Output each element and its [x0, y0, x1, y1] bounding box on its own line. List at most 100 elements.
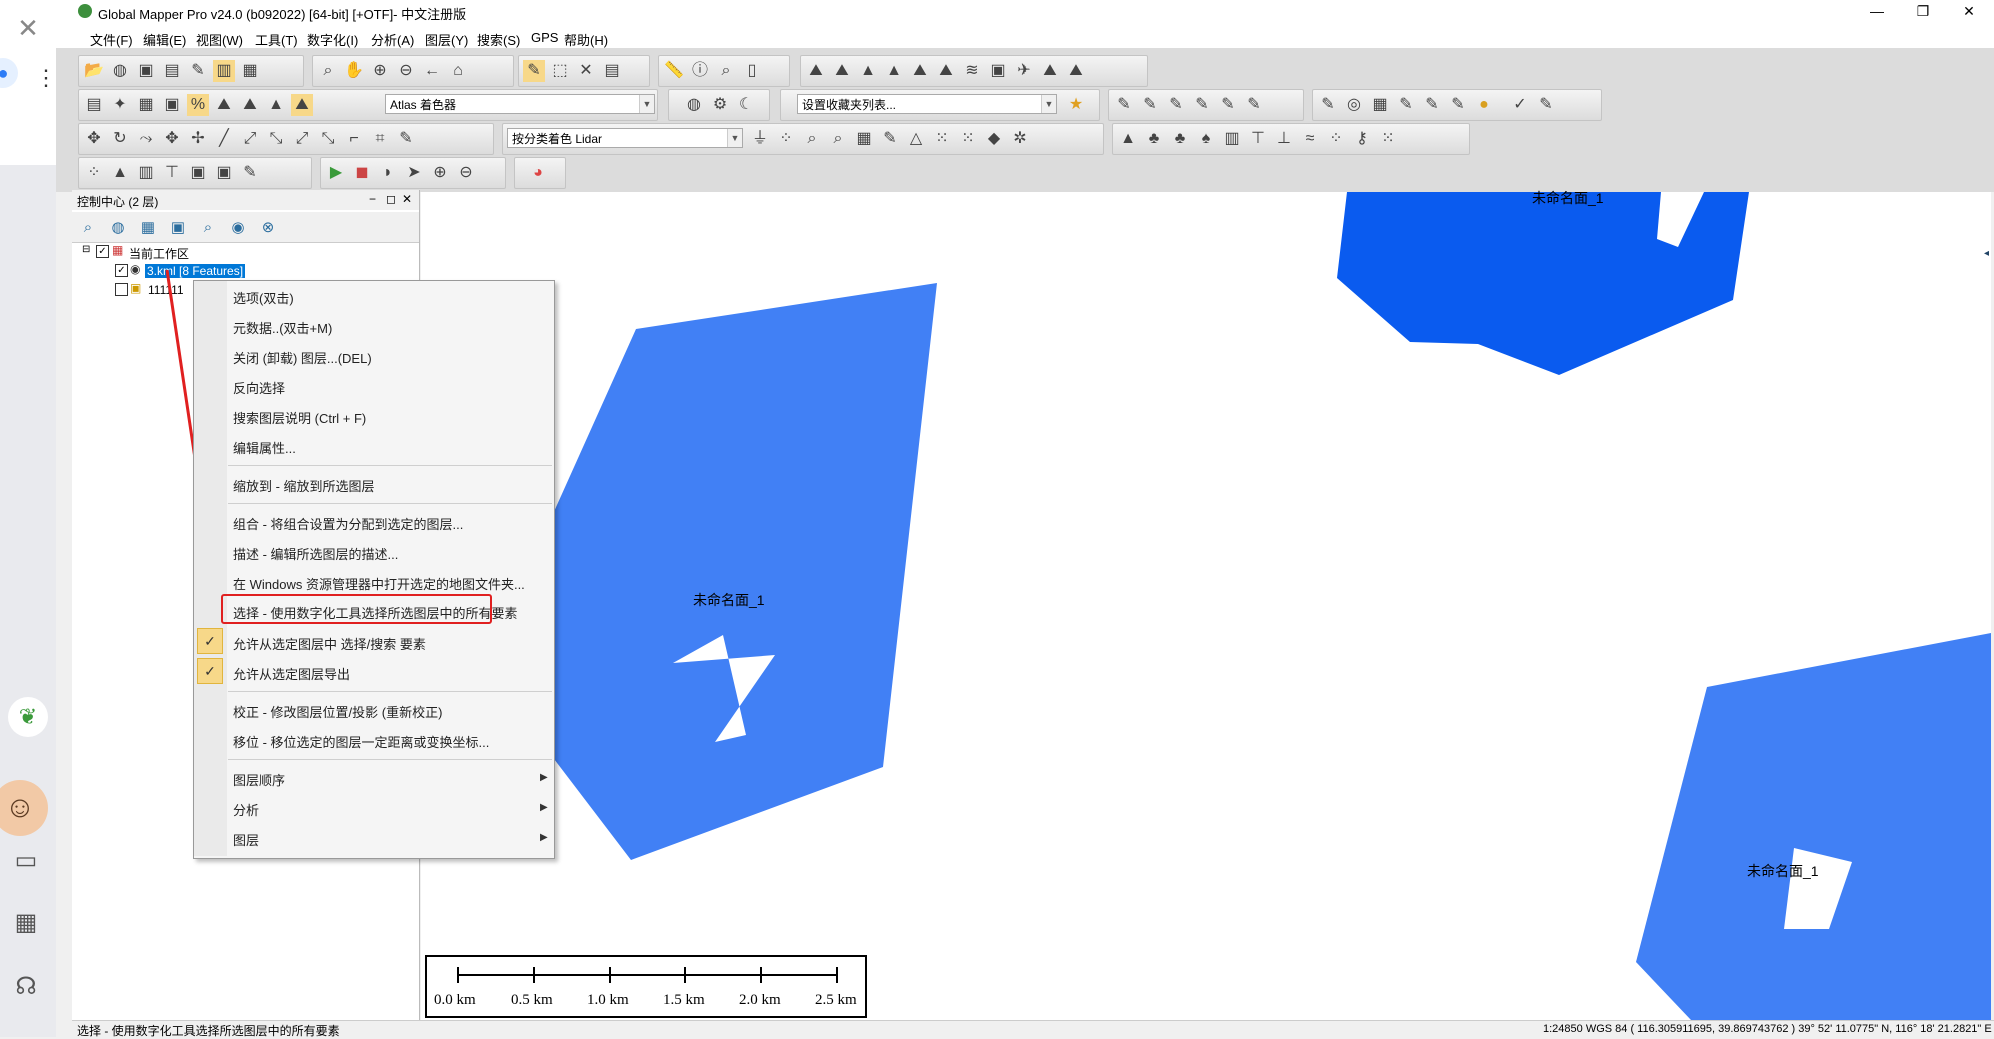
add-vertex-icon[interactable]: ✢: [187, 128, 209, 150]
favorites-combo[interactable]: 设置收藏夹列表... ▼: [797, 94, 1057, 114]
save-icon[interactable]: ▣: [135, 60, 157, 82]
shader-toggle-icon[interactable]: ⛰: [291, 94, 313, 116]
terrain5-icon[interactable]: ⛰: [909, 60, 931, 82]
menu-item-zoom-to[interactable]: 缩放到 - 缩放到所选图层: [233, 476, 375, 495]
remove-icon[interactable]: ⊖: [455, 162, 477, 184]
menu-item-group[interactable]: 组合 - 将组合设置为分配到选定的图层...: [233, 514, 463, 533]
grid-icon[interactable]: ▦: [135, 94, 157, 116]
map-canvas[interactable]: [421, 192, 1991, 1020]
lidar6-icon[interactable]: ✎: [879, 128, 901, 150]
map-edge-handle-icon[interactable]: ◂: [1984, 248, 1989, 259]
noise-icon[interactable]: ⁙: [1377, 128, 1399, 150]
gps-device-icon[interactable]: ▯: [741, 60, 763, 82]
lidar-combo[interactable]: 按分类着色 Lidar ▼: [507, 128, 743, 148]
menu-item-layer[interactable]: 图层: [233, 830, 259, 849]
pole-icon[interactable]: ⊤: [1247, 128, 1269, 150]
menu-digitizer[interactable]: 数字化(I): [307, 30, 358, 49]
menu-gps[interactable]: GPS: [531, 30, 558, 45]
feat3-icon[interactable]: ▦: [1369, 94, 1391, 116]
overview-icon[interactable]: ▦: [239, 60, 261, 82]
home-icon[interactable]: ⌂: [447, 60, 469, 82]
menu-tools[interactable]: 工具(T): [255, 30, 298, 49]
menu-item-shift[interactable]: 移位 - 移位选定的图层一定距离或变换坐标...: [233, 732, 489, 751]
line-icon[interactable]: ╱: [213, 128, 235, 150]
close-icon[interactable]: ✕: [8, 8, 48, 48]
menu-item-allow-export[interactable]: 允许从选定图层导出: [233, 664, 350, 683]
close-window-button[interactable]: ✕: [1946, 0, 1992, 22]
table-icon[interactable]: ▦: [138, 218, 158, 238]
atlas-shader-combo[interactable]: Atlas 着色器 ▼: [385, 94, 655, 114]
water-icon[interactable]: ≈: [1299, 128, 1321, 150]
layers-icon[interactable]: ▥: [213, 60, 235, 82]
move2-icon[interactable]: ✥: [161, 128, 183, 150]
search-layer-icon[interactable]: ⌕: [198, 218, 218, 238]
lidar2-icon[interactable]: ⁘: [775, 128, 797, 150]
profile3-icon[interactable]: ▥: [135, 162, 157, 184]
terrain11-icon[interactable]: ⛰: [1065, 60, 1087, 82]
profile1-icon[interactable]: ⁘: [83, 162, 105, 184]
search-feature-icon[interactable]: ⌕: [715, 60, 737, 82]
lidar3-icon[interactable]: ⌕: [801, 128, 823, 150]
rotate-icon[interactable]: ↻: [109, 128, 131, 150]
terrain10-icon[interactable]: ⛰: [1039, 60, 1061, 82]
lidar4-icon[interactable]: ⌕: [827, 128, 849, 150]
terrain2-icon[interactable]: ⛰: [831, 60, 853, 82]
menu-item-layer-order[interactable]: 图层顺序: [233, 770, 285, 789]
chevron-down-icon[interactable]: ▼: [1041, 95, 1056, 113]
globe-layer-icon[interactable]: ◍: [108, 218, 128, 238]
layer-props-icon[interactable]: ▣: [168, 218, 188, 238]
shapes-icon[interactable]: ●: [1473, 94, 1495, 116]
layer2-checkbox[interactable]: [115, 283, 128, 296]
draw4-icon[interactable]: ✎: [1191, 94, 1213, 116]
root-checkbox[interactable]: ✓: [96, 245, 109, 258]
zoom-box-icon[interactable]: ⌕: [317, 60, 339, 82]
minimize-button[interactable]: —: [1854, 0, 1900, 22]
qr-icon[interactable]: ▦: [6, 902, 46, 942]
lidar10-icon[interactable]: ◆: [983, 128, 1005, 150]
eye-icon[interactable]: ◉: [228, 218, 248, 238]
feat4-icon[interactable]: ✎: [1395, 94, 1417, 116]
menu-item-close-layer[interactable]: 关闭 (卸载) 图层...(DEL): [233, 348, 372, 367]
menu-search[interactable]: 搜索(S): [477, 30, 520, 49]
menu-item-rectify[interactable]: 校正 - 修改图层位置/投影 (重新校正): [233, 702, 442, 721]
moon-icon[interactable]: ☾: [735, 94, 757, 116]
menu-help[interactable]: 帮助(H): [564, 30, 608, 49]
lidar8-icon[interactable]: ⁙: [931, 128, 953, 150]
menu-item-metadata[interactable]: 元数据..(双击+M): [233, 318, 332, 337]
menu-item-invert-selection[interactable]: 反向选择: [233, 378, 285, 397]
back-arrow-icon[interactable]: ←: [421, 60, 443, 82]
stop-icon[interactable]: ◼: [351, 162, 373, 184]
line6-icon[interactable]: ⌐: [343, 128, 365, 150]
select-rect-icon[interactable]: ⬚: [549, 60, 571, 82]
menu-item-describe[interactable]: 描述 - 编辑所选图层的描述...: [233, 544, 398, 563]
terrain7-icon[interactable]: ≋: [961, 60, 983, 82]
menu-layer[interactable]: 图层(Y): [425, 30, 468, 49]
line4-icon[interactable]: ⤢: [291, 128, 313, 150]
headset-icon[interactable]: ☊: [6, 966, 46, 1006]
lidar9-icon[interactable]: ⁙: [957, 128, 979, 150]
leaf-icon[interactable]: ❦: [8, 697, 48, 737]
draw2-icon[interactable]: ✎: [1139, 94, 1161, 116]
building-icon[interactable]: ▥: [1221, 128, 1243, 150]
pencil2-icon[interactable]: ✎: [395, 128, 417, 150]
settings-gear-icon[interactable]: ⚙: [709, 94, 731, 116]
play-icon[interactable]: ▶: [325, 162, 347, 184]
profile6-icon[interactable]: ▣: [213, 162, 235, 184]
info-icon[interactable]: ⓘ: [689, 60, 711, 82]
tree-collapse-icon[interactable]: ⊟: [82, 244, 90, 255]
draw6-icon[interactable]: ✎: [1243, 94, 1265, 116]
menu-analysis[interactable]: 分析(A): [371, 30, 414, 49]
draw5-icon[interactable]: ✎: [1217, 94, 1239, 116]
delete-x-icon[interactable]: ✕: [575, 60, 597, 82]
feat9-icon[interactable]: ✎: [1535, 94, 1557, 116]
profile5-icon[interactable]: ▣: [187, 162, 209, 184]
print-icon[interactable]: ▤: [161, 60, 183, 82]
ground-icon[interactable]: ▲: [1117, 128, 1139, 150]
feat6-icon[interactable]: ✎: [1447, 94, 1469, 116]
menu-item-analysis[interactable]: 分析: [233, 800, 259, 819]
zoom-out-icon[interactable]: ⊖: [395, 60, 417, 82]
profile7-icon[interactable]: ✎: [239, 162, 261, 184]
draw1-icon[interactable]: ✎: [1113, 94, 1135, 116]
profile4-icon[interactable]: ⊤: [161, 162, 183, 184]
vertex-icon[interactable]: ⤳: [135, 128, 157, 150]
